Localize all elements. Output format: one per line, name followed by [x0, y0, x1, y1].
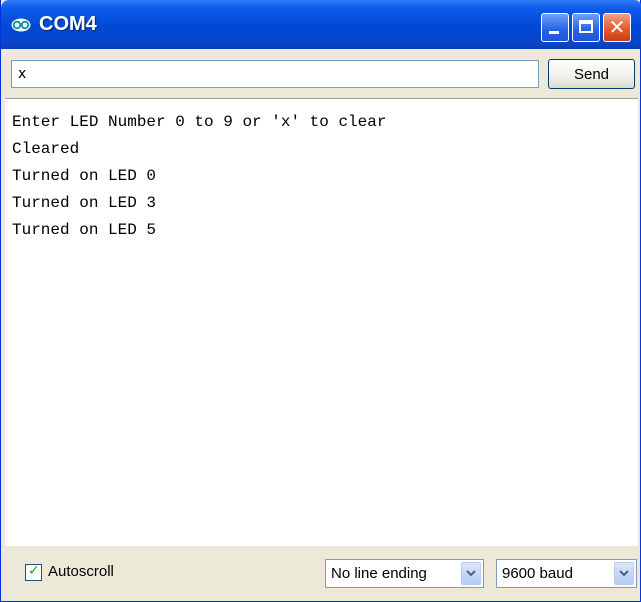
autoscroll-label: Autoscroll — [48, 563, 114, 580]
autoscroll-checkbox[interactable]: ✓ — [25, 563, 42, 581]
maximize-button[interactable] — [572, 13, 600, 42]
output-line: Enter LED Number 0 to 9 or 'x' to clear — [12, 113, 387, 131]
baud-rate-value: 9600 baud — [502, 565, 573, 582]
minimize-button[interactable] — [541, 13, 569, 42]
serial-monitor-window: COM4 ✕ Send Enter LED Number 0 to 9 or '… — [0, 0, 641, 602]
output-line: Turned on LED 0 — [12, 167, 157, 185]
close-icon: ✕ — [608, 15, 626, 39]
line-ending-select[interactable]: No line ending — [325, 559, 484, 588]
title-bar[interactable]: COM4 ✕ — [1, 0, 641, 49]
close-button[interactable]: ✕ — [603, 13, 631, 42]
line-ending-dropdown-button[interactable] — [461, 562, 481, 585]
chevron-down-icon — [619, 570, 629, 577]
check-icon: ✓ — [28, 563, 40, 579]
serial-input[interactable] — [11, 60, 539, 88]
output-line: Cleared — [12, 140, 80, 158]
chevron-down-icon — [466, 570, 476, 577]
send-button[interactable]: Send — [548, 59, 635, 89]
serial-output[interactable]: Enter LED Number 0 to 9 or 'x' to clear … — [5, 98, 638, 546]
baud-rate-select[interactable]: 9600 baud — [496, 559, 637, 588]
output-line: Turned on LED 5 — [12, 221, 157, 239]
baud-rate-dropdown-button[interactable] — [614, 562, 634, 585]
maximize-icon — [579, 20, 593, 33]
window-title: COM4 — [39, 13, 97, 35]
minimize-icon — [549, 31, 559, 34]
send-row: Send — [5, 52, 638, 96]
line-ending-value: No line ending — [331, 565, 427, 582]
footer-bar: ✓ Autoscroll No line ending 9600 baud — [5, 546, 638, 598]
arduino-icon — [11, 18, 31, 32]
output-line: Turned on LED 3 — [12, 194, 157, 212]
